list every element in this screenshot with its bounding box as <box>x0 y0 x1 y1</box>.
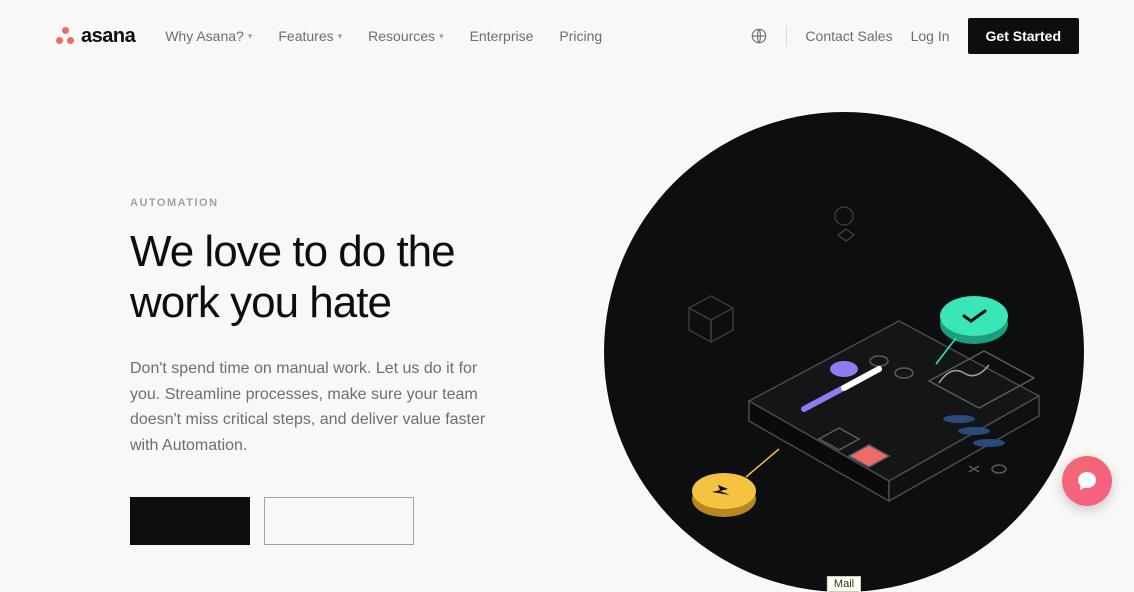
mail-tooltip: Mail <box>827 576 861 592</box>
hero-illustration: Mail <box>604 112 1084 592</box>
chevron-down-icon: ▾ <box>248 31 253 42</box>
nav-features[interactable]: Features ▾ <box>278 28 342 44</box>
nav-link-label: Resources <box>368 28 435 44</box>
hero-headline: We love to do the work you hate <box>130 227 490 328</box>
automation-illustration <box>634 181 1054 561</box>
chevron-down-icon: ▾ <box>439 31 444 42</box>
nav-pricing[interactable]: Pricing <box>559 28 602 44</box>
hero-subhead: Don't spend time on manual work. Let us … <box>130 356 490 458</box>
logo-icon <box>55 26 75 46</box>
nav-right: Contact Sales Log In Get Started <box>750 18 1079 54</box>
primary-cta-button[interactable] <box>130 497 250 545</box>
chat-widget-button[interactable] <box>1062 456 1112 506</box>
hero-section: AUTOMATION We love to do the work you ha… <box>0 152 1134 545</box>
get-started-button[interactable]: Get Started <box>968 18 1079 54</box>
login-link[interactable]: Log In <box>911 28 950 44</box>
contact-sales-link[interactable]: Contact Sales <box>805 28 892 44</box>
nav-link-label: Features <box>278 28 333 44</box>
logo-text: asana <box>81 25 135 48</box>
secondary-cta-button[interactable] <box>264 497 414 545</box>
hero-eyebrow: AUTOMATION <box>130 197 490 209</box>
nav-link-label: Why Asana? <box>165 28 244 44</box>
chat-icon <box>1075 469 1099 493</box>
cta-row <box>130 497 490 545</box>
nav-why-asana[interactable]: Why Asana? ▾ <box>165 28 252 44</box>
nav-link-label: Enterprise <box>470 28 534 44</box>
globe-icon[interactable] <box>750 27 768 45</box>
hero-text: AUTOMATION We love to do the work you ha… <box>130 152 490 545</box>
nav-link-label: Pricing <box>559 28 602 44</box>
chevron-down-icon: ▾ <box>338 31 343 42</box>
logo[interactable]: asana <box>55 25 135 48</box>
nav-links: Why Asana? ▾ Features ▾ Resources ▾ Ente… <box>165 28 602 44</box>
nav-resources[interactable]: Resources ▾ <box>368 28 443 44</box>
nav-divider <box>786 26 787 46</box>
nav-enterprise[interactable]: Enterprise <box>470 28 534 44</box>
top-nav: asana Why Asana? ▾ Features ▾ Resources … <box>0 0 1134 72</box>
